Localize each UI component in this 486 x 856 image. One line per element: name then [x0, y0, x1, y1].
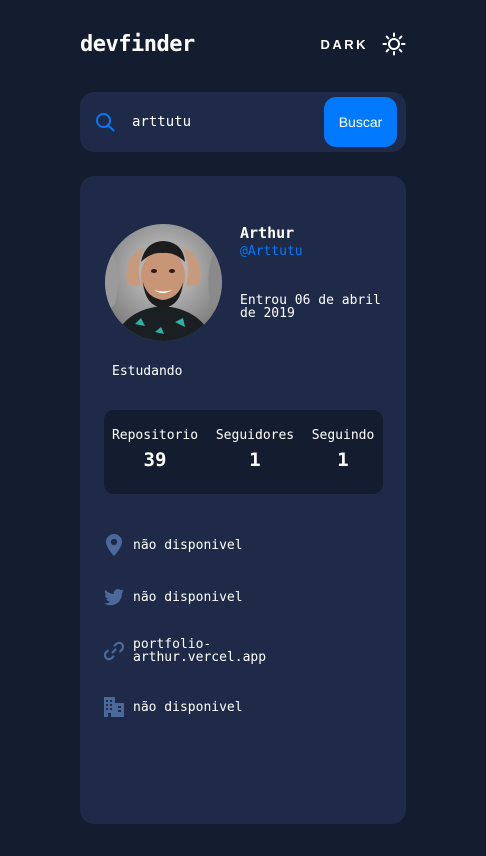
company-icon: [104, 696, 124, 718]
theme-toggle-label: DARK: [320, 36, 368, 52]
profile-card: Arthur @Arttutu Entrou 06 de abril de 20…: [80, 176, 406, 824]
header: devfinder DARK: [80, 28, 406, 60]
profile-login[interactable]: @Arttutu: [240, 244, 303, 259]
company-text: não disponivel: [133, 699, 243, 715]
stat-label: Repositorio: [111, 428, 199, 443]
profile-joined-date: Entrou 06 de abril de 2019: [240, 293, 381, 321]
stat-label: Seguindo: [311, 428, 375, 443]
theme-toggle[interactable]: DARK: [320, 32, 406, 56]
search-button[interactable]: Buscar: [324, 97, 397, 147]
profile-name: Arthur: [240, 224, 295, 242]
stat-value: 1: [337, 449, 349, 471]
stat-value: 39: [143, 449, 167, 471]
twitter-row: não disponivel: [104, 586, 243, 608]
twitter-text: não disponivel: [133, 589, 243, 605]
search-icon: [95, 112, 115, 132]
sun-icon: [382, 32, 406, 56]
location-row: não disponivel: [104, 534, 243, 556]
company-row: não disponivel: [104, 696, 243, 718]
search-input[interactable]: [132, 106, 312, 138]
avatar: [105, 224, 222, 341]
stat-following: Seguindo 1: [308, 428, 378, 471]
stat-repos: Repositorio 39: [110, 428, 200, 471]
location-icon: [104, 534, 124, 556]
profile-bio: Estudando: [112, 364, 183, 379]
app-logo: devfinder: [80, 31, 195, 57]
stat-value: 1: [249, 449, 261, 471]
link-icon: [104, 640, 124, 662]
blog-link[interactable]: portfolio-arthur.vercel.app: [133, 638, 283, 664]
stats-panel: Repositorio 39 Seguidores 1 Seguindo 1: [104, 410, 383, 494]
twitter-icon: [104, 586, 124, 608]
search-bar: Buscar: [80, 92, 406, 152]
blog-row[interactable]: portfolio-arthur.vercel.app: [104, 638, 283, 664]
location-text: não disponivel: [133, 537, 243, 553]
stat-followers: Seguidores 1: [214, 428, 296, 471]
stat-label: Seguidores: [215, 428, 295, 443]
